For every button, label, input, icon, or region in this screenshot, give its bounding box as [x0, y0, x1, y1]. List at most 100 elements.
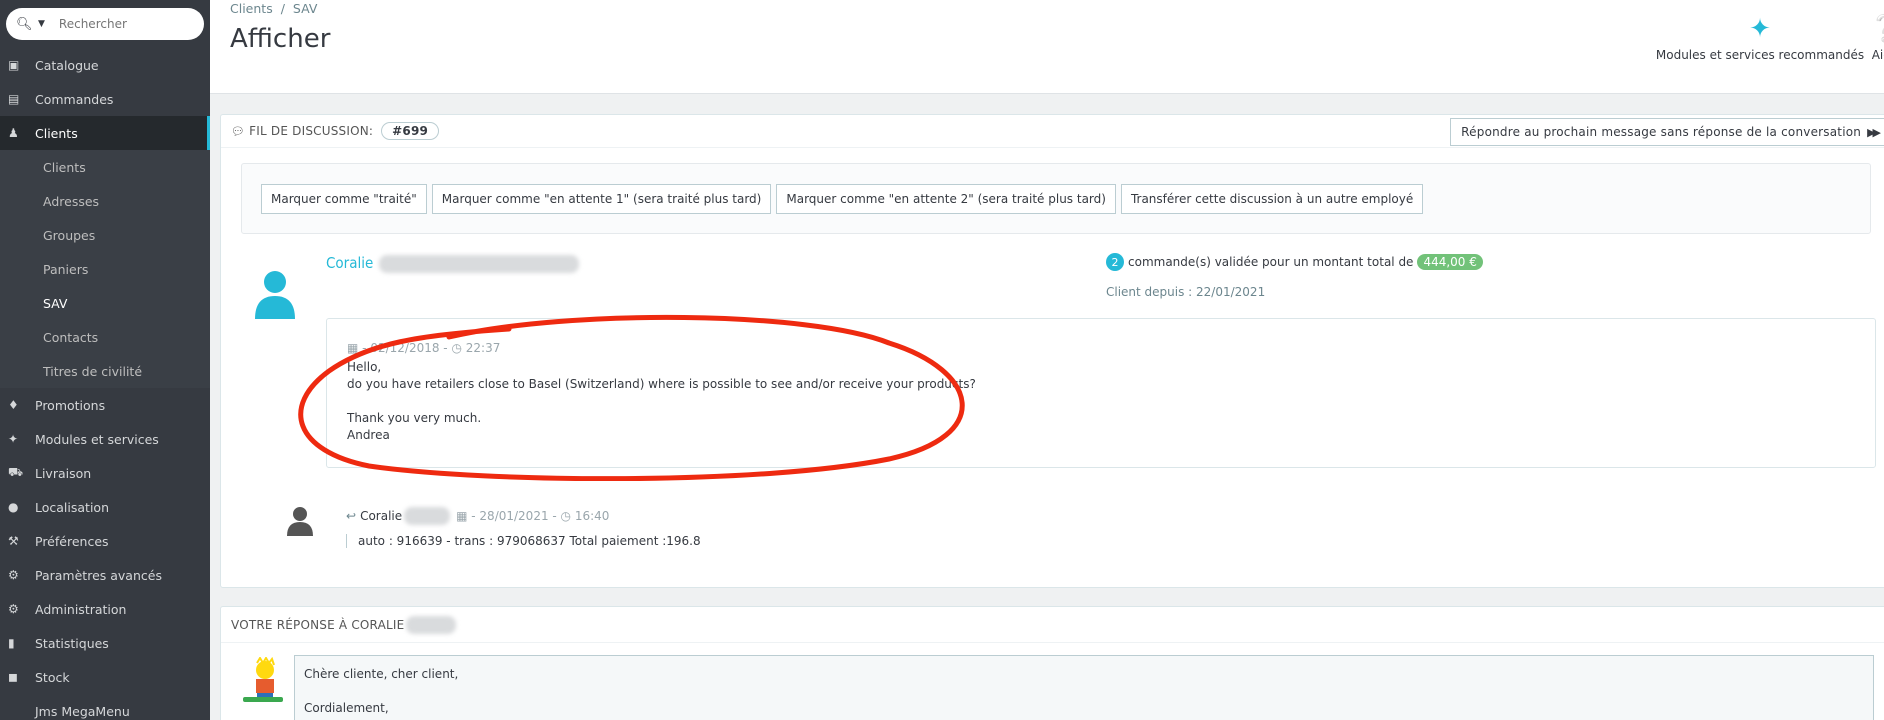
- page-title: Afficher: [230, 24, 331, 54]
- sidebar-item-label: Statistiques: [35, 635, 109, 651]
- breadcrumb-separator: /: [280, 1, 285, 16]
- orders-summary: 2 commande(s) validée pour un montant to…: [1106, 253, 1483, 271]
- cogs-icon: ⚙: [8, 568, 19, 582]
- sidebar-item-clients[interactable]: ♟ Clients: [0, 116, 210, 150]
- sidebar-item-label: Localisation: [35, 499, 109, 515]
- sidebar-item-modules[interactable]: ✦ Modules et services: [0, 422, 210, 456]
- transfer-button[interactable]: Transférer cette discussion à un autre e…: [1120, 183, 1424, 214]
- sidebar-item-label: Contacts: [43, 329, 99, 345]
- forward-icon: ▶▶: [1867, 125, 1881, 139]
- sidebar-item-label: Préférences: [35, 533, 109, 549]
- sidebar-item-label: Livraison: [35, 465, 92, 481]
- customer-name[interactable]: Coralie: [326, 254, 580, 273]
- breadcrumb-clients[interactable]: Clients: [230, 1, 273, 16]
- sidebar-item-label: Catalogue: [35, 57, 99, 73]
- sidebar-item-label: SAV: [43, 295, 68, 311]
- sidebar-item-label: Paniers: [43, 261, 89, 277]
- sidebar-item-livraison[interactable]: ⛟ Livraison: [0, 456, 210, 490]
- client-since: Client depuis : 22/01/2021: [1106, 285, 1266, 299]
- sidebar-subitem-contacts[interactable]: Contacts: [0, 320, 210, 354]
- redacted-lastname: [406, 615, 457, 634]
- sidebar-item-label: Administration: [35, 601, 127, 617]
- sidebar-subitem-sav[interactable]: SAV: [0, 286, 210, 320]
- reply-panel-heading: VOTRE RÉPONSE À CORALIE: [221, 607, 1884, 643]
- customer-message: ▦ - 02/12/2018 - ◷ 22:37 Hello, do you h…: [326, 318, 1876, 468]
- customers-icon: ♟: [8, 126, 19, 140]
- sidebar-subitem-titres[interactable]: Titres de civilité: [0, 354, 210, 388]
- stock-icon: ◼: [8, 670, 18, 684]
- sidebar-item-catalogue[interactable]: ▣ Catalogue: [0, 48, 210, 82]
- truck-icon: ⛟: [8, 465, 24, 479]
- tag-icon: ♦: [8, 398, 19, 412]
- redacted-lastname: [379, 254, 580, 273]
- chevron-down-icon[interactable]: ▼: [38, 19, 45, 29]
- sidebar-item-stock[interactable]: ◼ Stock: [0, 660, 210, 694]
- sidebar-subitem-adresses[interactable]: Adresses: [0, 184, 210, 218]
- breadcrumb: Clients / SAV: [230, 1, 317, 16]
- sidebar-item-megamenu[interactable]: Jms MegaMenu: [0, 694, 210, 720]
- help-label: Aide: [1871, 48, 1884, 62]
- sidebar-item-administration[interactable]: ⚙ Administration: [0, 592, 210, 626]
- search-bar[interactable]: 🔍︎ ▼: [6, 8, 204, 40]
- puzzle-icon: ✦: [8, 432, 19, 446]
- next-unanswered-button[interactable]: Répondre au prochain message sans répons…: [1450, 118, 1884, 146]
- reply-author: Coralie: [360, 509, 403, 523]
- puzzle-icon: ✦: [1749, 14, 1771, 44]
- gear-icon: ⚙: [8, 602, 19, 616]
- sidebar-item-statistiques[interactable]: ▮ Statistiques: [0, 626, 210, 660]
- search-input[interactable]: [58, 17, 179, 31]
- sidebar-menu: ▣ Catalogue ▤ Commandes ♟ Clients Clients A…: [0, 48, 210, 720]
- sidebar-item-commandes[interactable]: ▤ Commandes: [0, 82, 210, 116]
- reply-icon: ↩: [346, 509, 357, 523]
- thread-id-badge: #699: [381, 122, 440, 140]
- mark-pending2-button[interactable]: Marquer comme "en attente 2" (sera trait…: [776, 183, 1116, 214]
- next-unanswered-label: Répondre au prochain message sans répons…: [1461, 125, 1862, 139]
- page-header: Clients / SAV Afficher ✦ Modules et servic…: [210, 0, 1884, 94]
- recommended-modules-label: Modules et services recommandés: [1655, 48, 1865, 62]
- calendar-icon: ▦: [347, 341, 359, 355]
- sidebar-item-label: Titres de civilité: [43, 363, 143, 379]
- clock-icon: ◷: [556, 509, 575, 523]
- reply-panel-heading-text: VOTRE RÉPONSE À CORALIE: [231, 617, 405, 632]
- orders-summary-text: commande(s) validée pour un montant tota…: [1128, 255, 1414, 269]
- orders-icon: ▤: [8, 92, 20, 106]
- message-date: ▦ - 02/12/2018 - ◷ 22:37: [347, 341, 500, 355]
- wrench-icon: ⚒: [8, 534, 19, 548]
- stats-icon: ▮: [8, 636, 15, 650]
- breadcrumb-sav[interactable]: SAV: [293, 1, 317, 16]
- sidebar-item-localisation[interactable]: ● Localisation: [0, 490, 210, 524]
- customer-avatar-icon: [255, 271, 295, 319]
- thread-heading-label: FIL DE DISCUSSION:: [249, 124, 374, 138]
- mark-handled-button[interactable]: Marquer comme "traité": [261, 183, 427, 214]
- calendar-icon: ▦: [456, 509, 472, 523]
- sidebar-item-label: Modules et services: [35, 431, 159, 447]
- reply-textarea[interactable]: Chère cliente, cher client, Cordialement…: [294, 655, 1874, 720]
- employee-cartoon-avatar: [243, 657, 283, 702]
- globe-icon: ●: [8, 500, 19, 514]
- sidebar-item-parametres[interactable]: ⚙ Paramètres avancés: [0, 558, 210, 592]
- sidebar-item-label: Jms MegaMenu: [35, 703, 130, 719]
- search-icon[interactable]: 🔍︎: [16, 17, 38, 32]
- mark-pending1-button[interactable]: Marquer comme "en attente 1" (sera trait…: [431, 183, 772, 214]
- message-body: Hello, do you have retailers close to Ba…: [347, 360, 976, 442]
- catalog-icon: ▣: [8, 58, 20, 72]
- recommended-modules-button[interactable]: ✦ Modules et services recommandés: [1650, 14, 1870, 62]
- sidebar-subitem-clients[interactable]: Clients: [0, 150, 210, 184]
- sidebar-item-label: Promotions: [35, 397, 106, 413]
- thread-heading: 💬︎ FIL DE DISCUSSION: #699 Répondre au p…: [221, 115, 1884, 148]
- reply-body: auto : 916639 - trans : 979068637 Total …: [346, 534, 701, 548]
- sidebar-subitem-groupes[interactable]: Groupes: [0, 218, 210, 252]
- sidebar-item-promotions[interactable]: ♦ Promotions: [0, 388, 210, 422]
- message-date-text: - 02/12/2018 -: [362, 341, 448, 355]
- help-button[interactable]: ❔ Aide: [1855, 14, 1884, 62]
- sidebar-item-preferences[interactable]: ⚒ Préférences: [0, 524, 210, 558]
- sidebar-item-label: Paramètres avancés: [35, 567, 162, 583]
- sidebar-subitem-paniers[interactable]: Paniers: [0, 252, 210, 286]
- customer-name-text: Coralie: [326, 254, 374, 272]
- sidebar-item-label: Adresses: [43, 193, 100, 209]
- orders-total-badge: 444,00 €: [1417, 254, 1483, 270]
- reply-header: ↩ Coralie ▦ - 28/01/2021 - ◷ 16:40: [346, 507, 609, 525]
- comments-icon: 💬︎: [231, 124, 246, 138]
- sidebar-item-label: Commandes: [35, 91, 114, 107]
- sidebar-item-label: Groupes: [43, 227, 96, 243]
